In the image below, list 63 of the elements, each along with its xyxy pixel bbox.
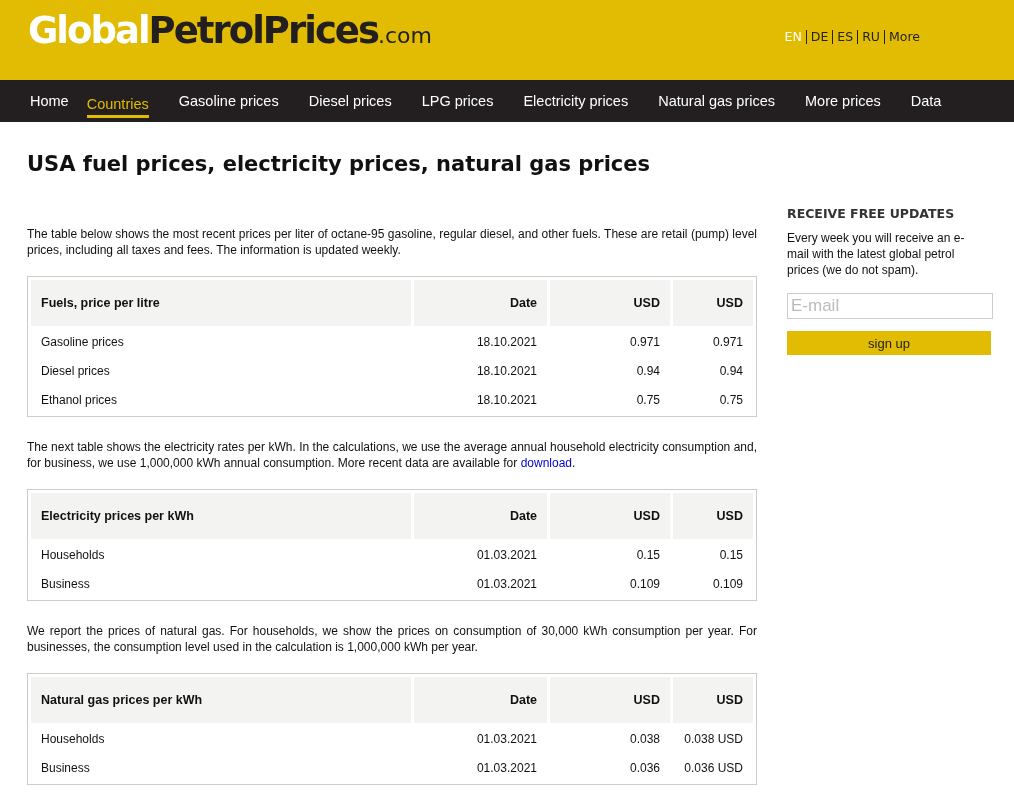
table-cell-text: 01.03.2021 bbox=[475, 760, 538, 777]
table-cell-text: 01.03.2021 bbox=[475, 547, 538, 564]
table-cell-text: 0.109 bbox=[628, 576, 661, 593]
column-header: Date bbox=[414, 677, 547, 723]
column-header: Fuels, price per litre bbox=[31, 280, 411, 326]
email-field[interactable]: E-mail bbox=[787, 293, 993, 319]
nav-link[interactable]: More prices bbox=[805, 87, 881, 115]
table-cell-text: 0.038 bbox=[628, 731, 661, 748]
nav-link[interactable]: Electricity prices bbox=[523, 87, 629, 115]
table-cell-text: 0.971 bbox=[628, 334, 661, 351]
row-link[interactable]: Business bbox=[41, 577, 90, 591]
column-header: USD bbox=[550, 493, 670, 539]
table-cell-text: 0.15 bbox=[635, 547, 661, 564]
nav-link[interactable]: Natural gas prices bbox=[658, 87, 776, 115]
intro-paragraph: We report the prices of natural gas. For households, we show the prices on consumption of 30,000 kWh consumption per year. For businesses, the consumption level used in the calculation is 1,000,000 kWh per year. bbox=[27, 623, 757, 655]
column-header: USD bbox=[673, 280, 753, 326]
column-header: USD bbox=[673, 493, 753, 539]
download-link[interactable]: download bbox=[520, 456, 572, 470]
column-header: USD bbox=[550, 280, 670, 326]
table-cell-text: 0.109 bbox=[711, 576, 744, 593]
nav-link[interactable]: Home bbox=[30, 87, 69, 115]
row-link[interactable]: Ethanol prices bbox=[41, 393, 118, 407]
sign-up-button[interactable]: sign up bbox=[787, 331, 991, 355]
column-header: Electricity prices per kWh bbox=[31, 493, 411, 539]
table-cell-text: 0.15 bbox=[718, 547, 744, 564]
language-link[interactable]: ES bbox=[832, 30, 858, 44]
table-cell-text: 01.03.2021 bbox=[475, 576, 538, 593]
table-cell-text: 0.038 USD bbox=[683, 731, 744, 748]
column-header: USD bbox=[550, 677, 670, 723]
row-link[interactable]: Households bbox=[41, 732, 105, 746]
nav-link[interactable]: Diesel prices bbox=[308, 87, 392, 115]
table-cell-text: 0.036 USD bbox=[683, 760, 744, 777]
column-header: USD bbox=[673, 677, 753, 723]
intro-paragraph: The next table shows the electricity rates per kWh. In the calculations, we use the average annual household electricity consumption and, for business, we use 1,000,000 kWh annual consumption. More recent data are available for download. bbox=[27, 439, 757, 471]
nav-link[interactable]: Gasoline prices bbox=[178, 87, 279, 115]
page-title: USA fuel prices, electricity prices, natural gas prices bbox=[27, 152, 652, 176]
row-link[interactable]: Households bbox=[41, 548, 105, 562]
language-link[interactable]: DE bbox=[805, 30, 833, 44]
column-header: Natural gas prices per kWh bbox=[31, 677, 411, 723]
table-cell-text: 0.036 bbox=[628, 760, 661, 777]
row-link[interactable]: Diesel prices bbox=[41, 364, 110, 378]
table-cell-text: 0.75 bbox=[718, 392, 744, 409]
table-cell-text: 0.75 bbox=[635, 392, 661, 409]
column-header: Date bbox=[414, 280, 547, 326]
table-cell-text: 18.10.2021 bbox=[475, 334, 538, 351]
nav-link[interactable]: LPG prices bbox=[421, 87, 494, 115]
sidebar-text: Every week you will receive an e-mail with the latest global petrol prices (we do not spam). bbox=[787, 230, 966, 278]
table-cell-text: 01.03.2021 bbox=[475, 731, 538, 748]
table-cell-text: 0.94 bbox=[718, 363, 744, 380]
nav-link[interactable]: Data bbox=[910, 87, 942, 115]
table-cell-text: 18.10.2021 bbox=[475, 392, 538, 409]
row-link[interactable]: Gasoline prices bbox=[41, 335, 124, 349]
table-cell-text: 18.10.2021 bbox=[475, 363, 538, 380]
row-link[interactable]: Business bbox=[41, 761, 90, 775]
site-logo[interactable]: GlobalPetrolPrices.com bbox=[28, 8, 432, 52]
column-header: Date bbox=[414, 493, 547, 539]
nav-link[interactable]: Countries bbox=[86, 90, 149, 118]
language-link[interactable]: More bbox=[884, 30, 924, 44]
table-cell-text: 0.971 bbox=[711, 334, 744, 351]
language-link[interactable]: RU bbox=[857, 30, 884, 44]
table-cell-text: 0.94 bbox=[635, 363, 661, 380]
sidebar-heading: RECEIVE FREE UPDATES bbox=[787, 206, 956, 221]
intro-paragraph: The table below shows the most recent prices per liter of octane-95 gasoline, regular diesel, and other fuels. These are retail (pump) level prices, including all taxes and fees. The information is updated weekly. bbox=[27, 226, 757, 258]
